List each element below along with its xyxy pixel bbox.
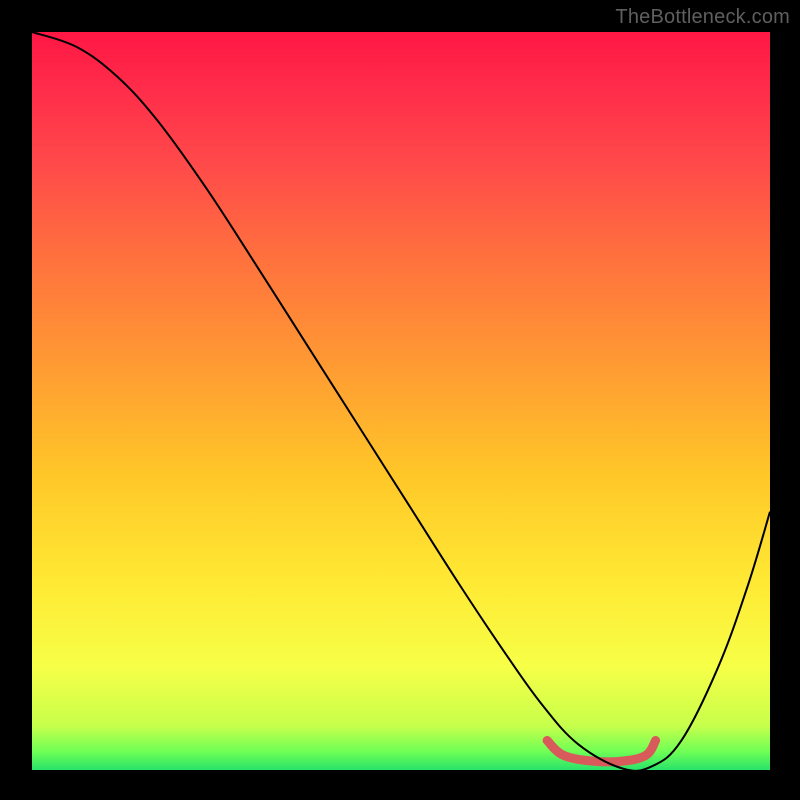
- watermark-label: TheBottleneck.com: [615, 6, 790, 29]
- chart-svg: [0, 0, 800, 800]
- chart-stage: TheBottleneck.com: [0, 0, 800, 800]
- plot-background: [32, 32, 770, 770]
